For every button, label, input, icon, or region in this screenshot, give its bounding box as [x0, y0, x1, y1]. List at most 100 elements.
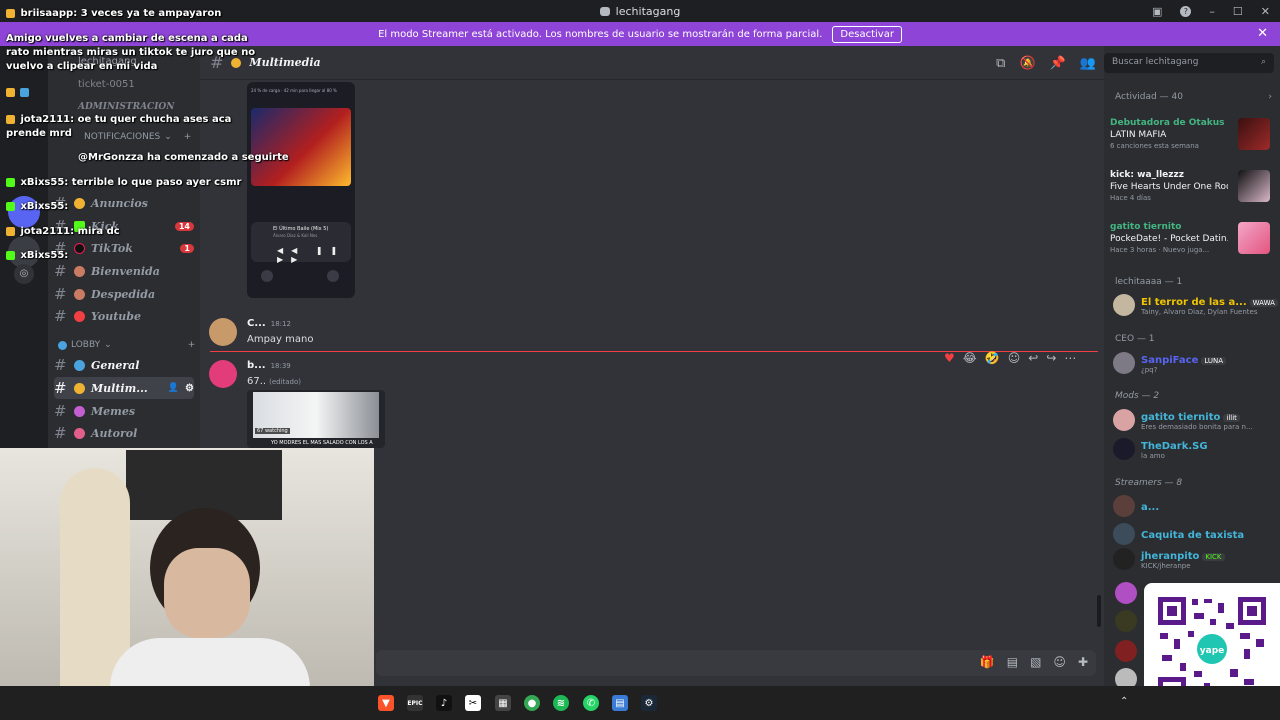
reply-icon[interactable]: ↩: [1028, 351, 1038, 365]
minimize-icon[interactable]: –: [1209, 5, 1215, 18]
hash-icon: #: [54, 424, 67, 442]
notepad-icon[interactable]: ▤: [612, 695, 628, 711]
pin-icon[interactable]: 📌: [1050, 56, 1066, 71]
mute-bell-icon[interactable]: 🔕: [1019, 56, 1035, 71]
tiktok-icon[interactable]: ♪: [436, 695, 452, 711]
chat-text: 3 veces ya te ampayaron: [80, 8, 222, 19]
laugh-icon: [74, 405, 85, 417]
gift-icon[interactable]: 🎁: [980, 655, 995, 669]
scrollbar[interactable]: [1097, 595, 1101, 627]
threads-icon[interactable]: ⧉: [996, 56, 1005, 71]
member-name: gatito tiernito: [1141, 412, 1221, 423]
youtube-icon: [74, 310, 85, 322]
globe-icon: [58, 340, 67, 350]
channel-multimedia[interactable]: # Multim... 👤 ⚙: [54, 377, 194, 399]
channel-general[interactable]: # General: [54, 354, 194, 376]
message-author[interactable]: b... 18:39: [247, 360, 291, 371]
activity-meta: Hace 3 horas · Nuevo juga...: [1110, 246, 1210, 254]
hash-icon: #: [54, 356, 67, 374]
avatar[interactable]: [209, 318, 237, 346]
member-item[interactable]: jheranpito KICK KICK/jheranpe: [1113, 547, 1278, 571]
spotify-icon[interactable]: ≋: [553, 695, 569, 711]
explore-icon[interactable]: ◎: [14, 264, 34, 284]
channel-memes[interactable]: # Memes: [54, 400, 194, 422]
member-tag: KICK: [1202, 553, 1225, 561]
wave-icon: [74, 265, 85, 277]
channel-label: General: [91, 358, 140, 372]
gif-icon[interactable]: ▤: [1007, 655, 1018, 669]
chat-line: @MrGonzza ha comenzado a seguirte: [78, 152, 289, 163]
channel-youtube[interactable]: # Youtube: [54, 305, 194, 327]
camera-icon: [74, 382, 85, 394]
crown-icon: [6, 8, 15, 18]
capcut-icon[interactable]: ✂: [465, 695, 481, 711]
member-item[interactable]: gatito tiernito illit Eres demasiado boni…: [1113, 408, 1278, 432]
apps-icon[interactable]: ✚: [1078, 655, 1088, 669]
message-time: 18:12: [270, 320, 291, 328]
activity-card[interactable]: Debutadora de Otakus LATIN MAFIA 6 canci…: [1110, 118, 1270, 162]
chevron-right-icon: ›: [1268, 92, 1272, 102]
author-name[interactable]: b...: [247, 360, 266, 371]
crown-icon: [6, 226, 15, 236]
channel-autorol[interactable]: # Autorol: [54, 422, 194, 444]
avatar: [1113, 352, 1135, 374]
chat-line: Amigo vuelves a cambiar de escena a cada…: [6, 32, 274, 74]
activity-card[interactable]: gatito tiernito PockeDate! - Pocket Dati…: [1110, 222, 1270, 266]
avatar[interactable]: [209, 360, 237, 388]
activity-card[interactable]: kick: wa_llezzz Five Hearts Under One Ro…: [1110, 170, 1270, 214]
laugh-reaction-icon[interactable]: 😂: [963, 351, 977, 365]
message-author[interactable]: C... 18:12: [247, 318, 291, 329]
tray-chevron-up-icon[interactable]: ⌃: [1120, 696, 1128, 707]
steam-icon[interactable]: ⚙: [641, 695, 657, 711]
emoji-icon[interactable]: ☺: [1053, 655, 1066, 669]
crown-icon: [6, 87, 15, 97]
add-member-icon[interactable]: 👤: [168, 383, 179, 393]
message-composer[interactable]: 🎁 ▤ ▧ ☺ ✚: [376, 650, 1096, 676]
heart-reaction-icon[interactable]: ♥: [944, 351, 955, 365]
more-icon[interactable]: ⋯: [1064, 351, 1076, 365]
category-lobby[interactable]: LOBBY ⌄ +: [58, 340, 195, 350]
member-item[interactable]: TheDark.SG la amo: [1113, 437, 1278, 461]
epic-games-icon[interactable]: EPIC: [407, 695, 423, 711]
member-item[interactable]: El terror de las a... WAWA Tainy, Alvaro …: [1113, 293, 1278, 317]
activity-header[interactable]: Actividad — 40 ›: [1115, 92, 1272, 102]
channel-header: # Multimedia ⧉ 🔕 📌 👥: [200, 46, 1104, 80]
add-channel-icon[interactable]: +: [188, 340, 196, 350]
close-banner-icon[interactable]: ✕: [1257, 26, 1268, 41]
activity-title: Actividad — 40: [1115, 92, 1183, 102]
search-input[interactable]: Buscar lechitagang ⌕: [1104, 53, 1274, 73]
deactivate-button[interactable]: Desactivar: [832, 25, 902, 43]
member-item[interactable]: Caquita de taxista: [1113, 522, 1278, 546]
category-label: LOBBY: [71, 340, 101, 350]
inbox-icon[interactable]: ▣: [1152, 5, 1162, 18]
activity-title: LATIN MAFIA: [1110, 130, 1167, 140]
close-window-icon[interactable]: ✕: [1261, 5, 1270, 18]
rofl-reaction-icon[interactable]: 🤣: [985, 351, 1000, 365]
member-name: SanpiFace: [1141, 355, 1199, 366]
activity-meta: 6 canciones esta semana: [1110, 142, 1199, 150]
activity-art: [1238, 118, 1270, 150]
channel-despedida[interactable]: # Despedida: [54, 283, 194, 305]
avatar: [1113, 548, 1135, 570]
member-item[interactable]: SanpiFace LUNA ¿pq?: [1113, 351, 1278, 375]
maximize-icon[interactable]: ☐: [1233, 5, 1243, 18]
chevron-down-icon: ⌄: [104, 340, 112, 350]
gear-icon[interactable]: ⚙: [185, 383, 194, 394]
members-icon[interactable]: 👥: [1080, 56, 1096, 71]
add-reaction-icon[interactable]: ☺: [1008, 351, 1021, 365]
window-title: lechitagang: [599, 5, 680, 18]
author-name[interactable]: C...: [247, 318, 266, 329]
avatar: [1115, 610, 1137, 632]
whatsapp-icon[interactable]: ✆: [583, 695, 599, 711]
badge-icon: [6, 201, 15, 211]
forward-icon[interactable]: ↪: [1046, 351, 1056, 365]
help-icon[interactable]: ?: [1180, 5, 1192, 17]
chrome-icon[interactable]: ●: [524, 695, 540, 711]
sticker-icon[interactable]: ▧: [1030, 655, 1041, 669]
song-title: El Último Baile (Mix 5): [273, 226, 329, 232]
calculator-icon[interactable]: ▦: [495, 695, 511, 711]
badge-icon: [20, 87, 30, 97]
member-item[interactable]: a...: [1113, 494, 1278, 518]
brave-icon[interactable]: ▼: [378, 695, 394, 711]
video-embed[interactable]: 67 watching YO MODRES EL MAS SALADO CON …: [247, 390, 385, 448]
